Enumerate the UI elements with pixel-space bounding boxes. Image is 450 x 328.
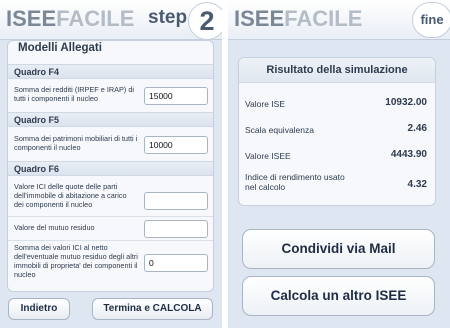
field-divider: [8, 216, 213, 217]
step-number-badge: 2: [188, 2, 222, 40]
result-value-equivalence-scale: 2.46: [407, 123, 427, 134]
section-title: Quadro F6: [14, 164, 60, 174]
section-header-quadro-f6: Quadro F6: [8, 161, 213, 176]
result-label-ise: Valore ISE: [245, 99, 286, 109]
section-header-quadro-f5: Quadro F5: [8, 112, 213, 127]
logo-part-facile: FACILE: [56, 6, 135, 31]
form-title: Modelli Allegati: [18, 42, 102, 54]
calculate-button[interactable]: Termina e CALCOLA: [92, 298, 213, 320]
other-properties-ici-input[interactable]: 0: [144, 254, 208, 272]
result-value-yield-index: 4.32: [407, 179, 427, 190]
logo-part-facile: FACILE: [284, 6, 363, 31]
app-logo: ISEEFACILE: [234, 6, 362, 32]
app-logo: ISEEFACILE: [6, 6, 134, 32]
financial-assets-input[interactable]: 10000: [144, 136, 208, 154]
share-via-mail-button[interactable]: Condividi via Mail: [242, 229, 435, 269]
field-label-residual-mortgage: Valore del mutuo residuo: [14, 223, 95, 232]
field-label-income-sum: Somma dei redditi (IRPEF e IRAP) di tutt…: [14, 85, 135, 103]
field-label-financial-assets: Somma dei patrimoni mobiliari di tutti i…: [14, 134, 138, 152]
logo-part-isee: ISEE: [6, 6, 57, 31]
result-label-yield-index: Indice di rendimento usato nel calcolo: [245, 172, 345, 192]
attached-models-form: Modelli Allegati Quadro F4 Somma dei red…: [7, 40, 214, 292]
ici-home-share-input[interactable]: [144, 192, 208, 210]
result-label-isee: Valore ISEE: [245, 151, 291, 161]
result-screen: ISEEFACILE fine Risultato della simulazi…: [228, 0, 450, 328]
section-header-quadro-f4: Quadro F4: [8, 64, 213, 79]
field-label-other-properties-ici: Somma dei valori ICI al netto dell'event…: [14, 243, 138, 279]
end-badge: fine: [412, 2, 450, 38]
simulation-result-card: Risultato della simulazione Valore ISE 1…: [238, 57, 436, 206]
result-value-isee: 4443.90: [390, 149, 427, 160]
field-divider: [8, 240, 213, 241]
section-title: Quadro F4: [14, 67, 60, 77]
step-label: step: [148, 7, 188, 28]
result-title: Risultato della simulazione: [266, 64, 408, 76]
result-title-bar: Risultato della simulazione: [239, 58, 435, 83]
income-sum-input[interactable]: 15000: [144, 87, 208, 105]
result-label-equivalence-scale: Scala equivalenza: [245, 125, 314, 135]
residual-mortgage-input[interactable]: [144, 220, 208, 238]
logo-part-isee: ISEE: [234, 6, 285, 31]
result-value-ise: 10932.00: [385, 97, 427, 108]
new-calculation-button[interactable]: Calcola un altro ISEE: [242, 276, 435, 316]
field-label-ici-home-share: Valore ICI delle quote delle parti dell'…: [14, 182, 127, 209]
back-button[interactable]: Indietro: [8, 298, 70, 320]
form-screen: ISEEFACILE step 2 Modelli Allegati Quadr…: [0, 0, 222, 328]
section-title: Quadro F5: [14, 115, 60, 125]
